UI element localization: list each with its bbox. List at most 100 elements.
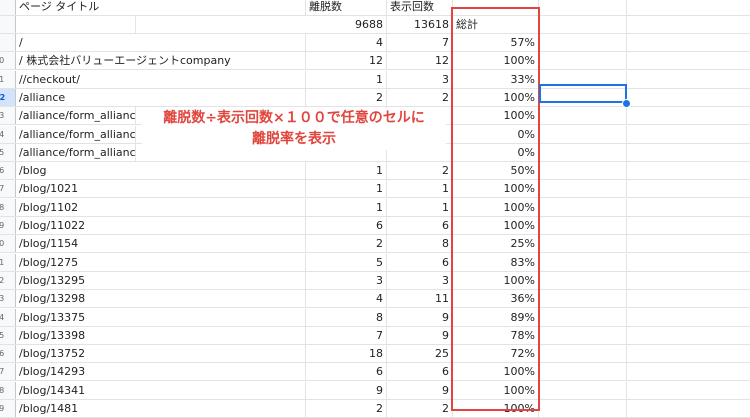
views-cell[interactable]: 2 — [387, 400, 453, 417]
row-number[interactable]: 21 — [0, 253, 16, 271]
exits-cell[interactable]: 18 — [306, 345, 387, 363]
cell[interactable] — [627, 217, 750, 234]
row-number[interactable]: 13 — [0, 107, 16, 125]
exit-rate-cell[interactable]: 36% — [453, 290, 539, 308]
cell[interactable] — [627, 272, 750, 289]
page-title-cell[interactable]: /blog/13375 — [16, 308, 306, 326]
page-title-cell[interactable]: /blog/11022 — [16, 217, 306, 234]
exits-cell[interactable]: 7 — [306, 326, 387, 344]
exits-cell[interactable]: 5 — [306, 253, 387, 271]
row-number[interactable]: 28 — [0, 381, 16, 399]
cell[interactable] — [627, 327, 750, 344]
page-title-cell[interactable]: /blog/13752 — [16, 345, 306, 363]
cell[interactable] — [627, 363, 750, 380]
page-title-cell[interactable]: / 株式会社バリューエージェントcompany — [16, 52, 306, 70]
cell[interactable] — [539, 290, 627, 308]
views-cell[interactable]: 7 — [387, 34, 453, 51]
row-number[interactable]: 8 — [0, 16, 16, 33]
cell[interactable] — [539, 308, 627, 326]
page-title-cell[interactable]: /blog/1102 — [16, 198, 306, 216]
exit-rate-cell[interactable]: 50% — [453, 162, 539, 180]
cell[interactable] — [539, 400, 627, 417]
row-number[interactable]: 16 — [0, 162, 16, 180]
row-number[interactable]: 19 — [0, 217, 16, 234]
exits-cell[interactable]: 1 — [306, 180, 387, 198]
cell[interactable] — [627, 290, 750, 307]
exits-cell[interactable]: 8 — [306, 308, 387, 326]
views-cell[interactable]: 11 — [387, 290, 453, 308]
selected-cell[interactable] — [539, 84, 627, 103]
page-title-cell[interactable]: /blog — [16, 162, 306, 180]
views-cell[interactable]: 9 — [387, 308, 453, 326]
exit-rate-cell[interactable]: 100% — [453, 180, 539, 198]
row-number[interactable]: 27 — [0, 363, 16, 381]
cell[interactable] — [627, 162, 750, 179]
page-title-cell[interactable]: /blog/1481 — [16, 400, 306, 417]
cell[interactable] — [539, 162, 627, 180]
cell[interactable] — [627, 235, 750, 252]
page-title-cell[interactable]: /blog/13298 — [16, 290, 306, 308]
row-number[interactable]: 23 — [0, 290, 16, 308]
cell[interactable] — [627, 309, 750, 326]
exit-rate-cell[interactable]: 0% — [453, 143, 539, 161]
exits-cell[interactable]: 6 — [306, 217, 387, 234]
cell[interactable] — [627, 144, 750, 161]
exit-rate-cell[interactable]: 83% — [453, 253, 539, 271]
exits-cell[interactable]: 12 — [306, 52, 387, 70]
cell[interactable] — [627, 0, 750, 15]
views-cell[interactable]: 12 — [387, 52, 453, 70]
row-number[interactable]: 20 — [0, 235, 16, 253]
cell[interactable] — [539, 381, 627, 399]
row-number[interactable]: 11 — [0, 70, 16, 88]
cell[interactable] — [627, 126, 750, 143]
page-title-header[interactable]: ページ タイトル — [16, 0, 306, 15]
cell[interactable] — [539, 345, 627, 363]
exits-cell[interactable]: 2 — [306, 400, 387, 417]
page-title-cell[interactable]: / — [16, 34, 306, 51]
views-cell[interactable]: 3 — [387, 271, 453, 289]
row-number[interactable]: 7 — [0, 0, 16, 15]
page-title-cell[interactable]: /blog/1154 — [16, 235, 306, 253]
exits-header[interactable]: 離脱数 — [306, 0, 387, 15]
exit-rate-cell[interactable]: 100% — [453, 88, 539, 106]
cell[interactable] — [627, 400, 750, 417]
cell[interactable] — [627, 199, 750, 216]
page-title-cell[interactable]: /blog/13398 — [16, 326, 306, 344]
row-number[interactable]: 14 — [0, 125, 16, 143]
exit-rate-cell[interactable]: 78% — [453, 326, 539, 344]
views-cell[interactable]: 9 — [387, 326, 453, 344]
cell[interactable] — [539, 326, 627, 344]
cell[interactable] — [627, 254, 750, 271]
page-title-cell[interactable]: /alliance/form_alliance — [16, 125, 136, 143]
exit-rate-cell[interactable]: 100% — [453, 271, 539, 289]
total-exits-cell[interactable]: 9688 — [306, 16, 387, 33]
row-number[interactable]: 29 — [0, 400, 16, 417]
exits-cell[interactable]: 3 — [306, 271, 387, 289]
views-cell[interactable]: 2 — [387, 162, 453, 180]
row-number[interactable]: 26 — [0, 345, 16, 363]
exit-rate-cell[interactable]: 0% — [453, 125, 539, 143]
page-title-cell[interactable]: //checkout/ — [16, 70, 306, 88]
exit-rate-cell[interactable]: 100% — [453, 107, 539, 125]
cell[interactable] — [627, 382, 750, 399]
fill-handle[interactable] — [622, 99, 631, 108]
exit-rate-cell[interactable]: 72% — [453, 345, 539, 363]
cell[interactable] — [627, 34, 750, 51]
views-cell[interactable]: 6 — [387, 217, 453, 234]
views-cell[interactable]: 8 — [387, 235, 453, 253]
exits-cell[interactable]: 6 — [306, 363, 387, 381]
page-title-cell[interactable]: /blog/14293 — [16, 363, 306, 381]
views-cell[interactable]: 25 — [387, 345, 453, 363]
cell[interactable] — [539, 143, 627, 161]
cell[interactable] — [539, 107, 627, 125]
exits-cell[interactable]: 4 — [306, 34, 387, 51]
row-number[interactable]: 10 — [0, 52, 16, 70]
cell[interactable] — [627, 52, 750, 69]
page-title-cell[interactable]: /alliance — [16, 88, 306, 106]
page-title-cell[interactable]: /blog/1021 — [16, 180, 306, 198]
exits-cell[interactable]: 9 — [306, 381, 387, 399]
cell[interactable] — [627, 89, 750, 106]
views-cell[interactable]: 9 — [387, 381, 453, 399]
views-cell[interactable]: 2 — [387, 88, 453, 106]
row-number[interactable]: 24 — [0, 308, 16, 326]
